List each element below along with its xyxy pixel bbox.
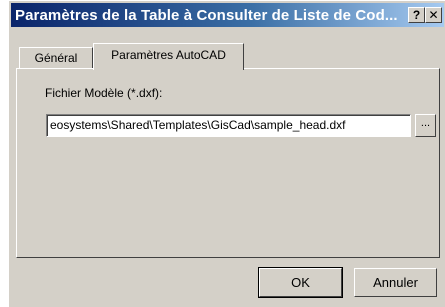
help-icon: ?: [412, 8, 421, 22]
template-file-input[interactable]: eosystems\Shared\Templates\GisCad\sample…: [46, 114, 411, 137]
cancel-button[interactable]: Annuler: [354, 268, 437, 297]
tab-panel: Fichier Modèle (*.dxf): eosystems\Shared…: [16, 68, 440, 258]
close-icon: ✕: [428, 8, 439, 22]
template-file-label: Fichier Modèle (*.dxf):: [45, 86, 163, 100]
tab-autocad-settings[interactable]: Paramètres AutoCAD: [93, 43, 244, 70]
dialog-window: Paramètres de la Table à Consulter de Li…: [8, 0, 445, 307]
browse-button[interactable]: ...: [415, 114, 436, 137]
tab-autocad-label: Paramètres AutoCAD: [111, 48, 226, 62]
close-button[interactable]: ✕: [425, 7, 442, 23]
window-title: Paramètres de la Table à Consulter de Li…: [15, 7, 398, 24]
tab-general[interactable]: Général: [19, 47, 93, 69]
title-bar[interactable]: Paramètres de la Table à Consulter de Li…: [11, 3, 444, 27]
ok-button[interactable]: OK: [258, 267, 343, 298]
help-button[interactable]: ?: [408, 7, 425, 23]
tab-general-label: Général: [34, 51, 78, 65]
